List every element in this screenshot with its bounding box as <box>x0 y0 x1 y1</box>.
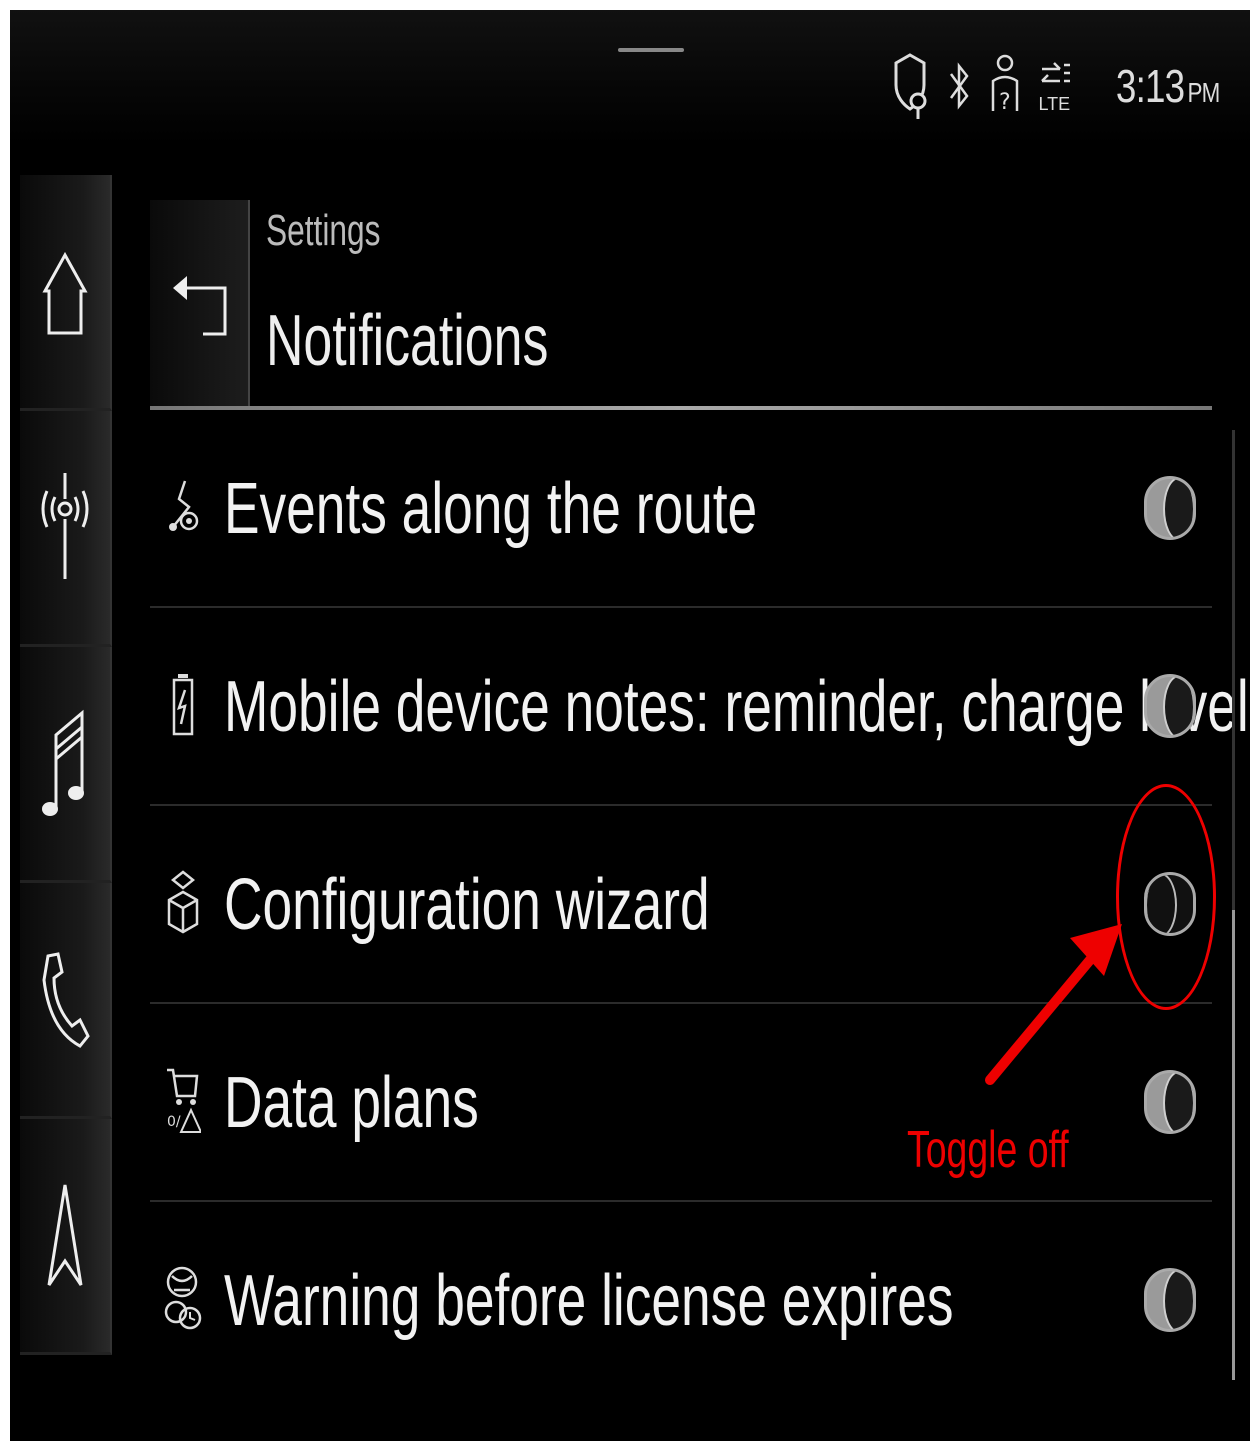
infotainment-screen: ? LTE 3:13 PM Settings Notifications Eve… <box>10 10 1250 1441</box>
annotation-label: Toggle off <box>907 1121 1069 1179</box>
annotation-arrow <box>985 924 1122 1085</box>
